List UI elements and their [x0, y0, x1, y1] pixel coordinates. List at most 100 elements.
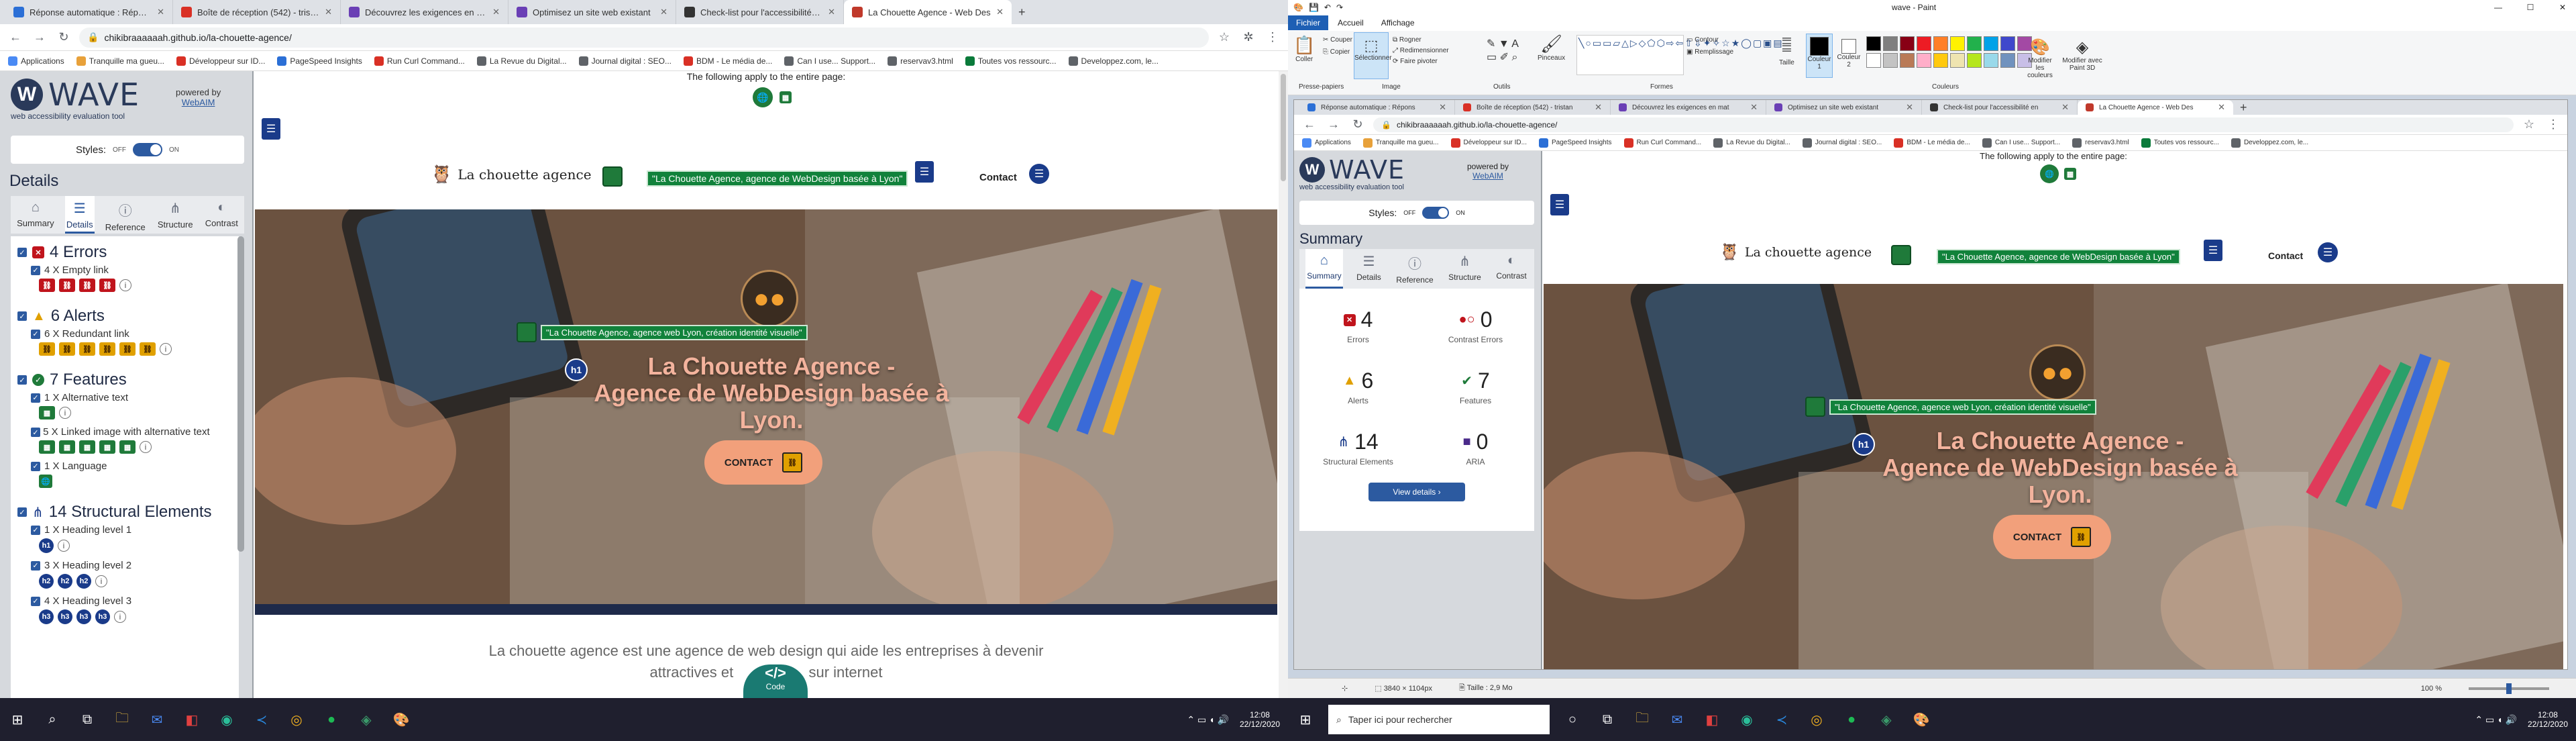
tab-close-icon[interactable]: ✕ — [828, 7, 835, 17]
browser-tab[interactable]: Réponse automatique : Répons ✕ — [5, 0, 173, 24]
tab-structure[interactable]: ⋔ Structure — [1447, 249, 1483, 289]
color-swatch[interactable] — [1933, 36, 1948, 51]
browser-tab[interactable]: Découvrez les exigences en mat ✕ — [341, 0, 508, 24]
webaim-link[interactable]: WebAIM — [176, 97, 221, 107]
alt-text-icon[interactable]: ▦ — [2064, 168, 2076, 180]
redundant-link-icon[interactable]: ⛓ — [2071, 527, 2092, 547]
bookmark-item[interactable]: Run Curl Command... — [374, 56, 465, 66]
browser-tab[interactable]: Boîte de réception (542) - tristan ✕ — [173, 0, 341, 24]
brushes-button[interactable]: 🖌 Pinceaux — [1538, 34, 1565, 62]
alt-text-icon[interactable]: ▦ — [780, 91, 792, 103]
alt-text-row[interactable]: ✓ 1 X Alternative text — [31, 392, 232, 403]
tab-close-icon[interactable]: ✕ — [1439, 102, 1446, 113]
bookmark-item[interactable]: BDM - Le média de... — [1894, 138, 1970, 148]
menu-icon[interactable]: ⋮ — [2544, 117, 2562, 132]
copy-button[interactable]: ⎘ Copier — [1323, 48, 1350, 56]
language-icon[interactable]: 🌐 — [2040, 164, 2059, 183]
checkbox[interactable]: ✓ — [31, 265, 40, 275]
color-swatch[interactable] — [1984, 36, 1998, 51]
zoom-icon[interactable]: ⌕ — [1511, 52, 1517, 63]
fill-button[interactable]: ▣ Remplissage — [1686, 48, 1733, 56]
file-explorer-icon[interactable]: 🗀 — [110, 707, 134, 732]
color-swatch[interactable] — [1950, 53, 1965, 68]
h1-row[interactable]: ✓ 1 X Heading level 1 — [31, 524, 232, 536]
linked-image-icon[interactable]: ▦ — [59, 440, 75, 454]
checkbox[interactable]: ✓ — [31, 393, 40, 403]
h3-icon[interactable]: h3 — [76, 609, 91, 624]
tab-structure[interactable]: ⋔ Structure — [156, 196, 195, 234]
tab-contrast[interactable]: ◐ Contrast — [204, 196, 239, 234]
view-details-button[interactable]: View details › — [1368, 483, 1465, 501]
taskbar-search[interactable]: ⌕ Taper ici pour rechercher — [1328, 705, 1550, 734]
summary-alerts[interactable]: ▲ 6 Alerts — [1299, 368, 1417, 405]
color-swatch[interactable] — [2000, 53, 2015, 68]
bookmark-item[interactable]: Tranquille ma gueu... — [76, 56, 164, 66]
bookmark-item[interactable]: Journal digital : SEO... — [578, 56, 672, 66]
spotify-icon[interactable]: ● — [1839, 707, 1864, 732]
summary-contrast[interactable]: ●○ 0 Contrast Errors — [1417, 307, 1534, 344]
reload-icon[interactable]: ↻ — [55, 30, 72, 44]
tab-details[interactable]: ☰ Details — [64, 196, 95, 234]
bookmark-item[interactable]: reservav3.html — [888, 56, 953, 66]
list-structure-icon[interactable]: ☰ — [1029, 164, 1049, 184]
save-icon[interactable]: 💾 — [1309, 3, 1319, 12]
alerts-checkbox[interactable]: ✓ — [17, 311, 27, 321]
nav-structure-icon[interactable]: ☰ — [915, 161, 934, 183]
text-icon[interactable]: A — [1511, 38, 1519, 50]
summary-structural[interactable]: ⋔ 14 Structural Elements — [1299, 430, 1417, 466]
bookmark-item[interactable]: Run Curl Command... — [1623, 138, 1701, 148]
vscode-icon[interactable]: ≺ — [1770, 707, 1794, 732]
browser-tab[interactable]: Boîte de réception (542) - tristan ✕ — [1455, 100, 1611, 115]
edit-colors-button[interactable]: 🎨 Modifier les couleurs — [2023, 38, 2057, 79]
bookmark-item[interactable]: Applications — [8, 56, 64, 66]
summary-aria[interactable]: ■ 0 ARIA — [1417, 430, 1534, 466]
hero-contact-button[interactable]: CONTACT ⛓ — [1993, 515, 2111, 559]
nav-contact-link[interactable]: Contact — [979, 172, 1017, 183]
crop-button[interactable]: ⧉ Rogner — [1393, 36, 1421, 44]
tab-close-icon[interactable]: ✕ — [2061, 102, 2069, 113]
fill-icon[interactable]: ▼ — [1499, 38, 1509, 50]
browser-tab[interactable]: Réponse automatique : Répons ✕ — [1299, 100, 1455, 115]
bookmark-item[interactable]: Can I use... Support... — [784, 56, 875, 66]
linked-image-row[interactable]: ✓ 5 X Linked image with alternative text — [31, 426, 232, 438]
task-view-icon[interactable]: ⧉ — [1595, 707, 1619, 732]
right-address-bar[interactable]: 🔒 chikibraaaaaah.github.io/la-chouette-ag… — [1373, 117, 2514, 132]
new-tab-icon[interactable]: + — [1012, 5, 1032, 19]
paint-canvas[interactable]: Réponse automatique : Répons ✕ Boîte de ré… — [1293, 99, 2568, 670]
menu-home[interactable]: Accueil — [1330, 15, 1372, 30]
summary-errors[interactable]: ✕ 4 Errors — [1299, 307, 1417, 344]
redundant-link-icon[interactable]: ⛓ — [39, 342, 55, 356]
error-link-icon[interactable]: ⛓ — [39, 279, 55, 292]
paint-icon[interactable]: 🎨 — [389, 707, 413, 732]
shapes-gallery[interactable]: ╲○▭▭▱△▷◇⬠⬡⇨⇦⇧⇩✦✧☆★◯▢▣▤ — [1576, 35, 1782, 75]
linked-image-icon[interactable]: ▦ — [99, 440, 115, 454]
eraser-icon[interactable]: ▭ — [1487, 52, 1497, 63]
tab-close-icon[interactable]: ✕ — [325, 7, 332, 17]
picker-icon[interactable]: ✐ — [1500, 52, 1509, 63]
bookmark-item[interactable]: PageSpeed Insights — [277, 56, 362, 66]
chrome-icon[interactable]: ◎ — [1805, 707, 1829, 732]
bookmark-item[interactable]: Développeur sur ID... — [176, 56, 265, 66]
errors-group[interactable]: ✓ ✕ 4 Errors — [17, 243, 232, 262]
color-swatch[interactable] — [1900, 53, 1915, 68]
star-icon[interactable]: ☆ — [2520, 117, 2538, 132]
hero-alt-feature-icon[interactable] — [1805, 397, 1825, 417]
color-swatch[interactable] — [1900, 36, 1915, 51]
color-swatch[interactable] — [1917, 53, 1931, 68]
h3-icon[interactable]: h3 — [39, 609, 54, 624]
office-icon[interactable]: ◧ — [1700, 707, 1724, 732]
tab-close-icon[interactable]: ✕ — [492, 7, 500, 17]
color-swatch[interactable] — [1866, 53, 1881, 68]
resize-button[interactable]: ⤢ Redimensionner — [1393, 47, 1449, 54]
clock[interactable]: 12:08 22/12/2020 — [2528, 710, 2576, 729]
bookmark-item[interactable]: reservav3.html — [2072, 138, 2129, 148]
tab-summary[interactable]: ⌂ Summary — [1305, 249, 1343, 289]
styles-toggle[interactable] — [1422, 207, 1450, 219]
info-icon[interactable]: i — [58, 540, 70, 552]
color-swatch[interactable] — [1883, 36, 1898, 51]
h2-icon[interactable]: h2 — [58, 574, 72, 589]
clock[interactable]: 12:08 22/12/2020 — [1240, 710, 1288, 729]
browser-tab[interactable]: La Chouette Agence - Web Des ✕ — [844, 0, 1012, 24]
error-link-icon[interactable]: ⛓ — [59, 279, 75, 292]
maximize-icon[interactable]: ☐ — [2517, 3, 2544, 12]
